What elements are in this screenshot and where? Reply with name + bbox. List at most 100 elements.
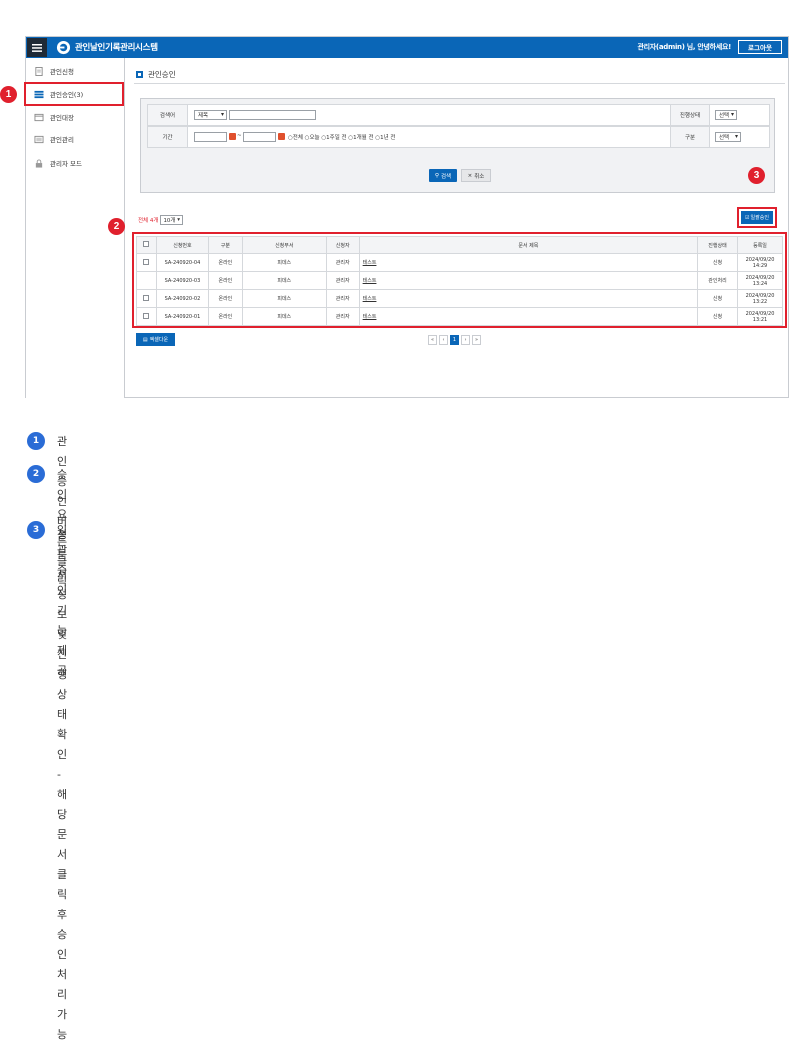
app-window: 관인날인기록관리시스템 관리자(admin) 님, 안녕하세요! 로그아웃 관인…: [24, 36, 789, 398]
page-size-value: 10개: [163, 218, 176, 224]
column-header[interactable]: 신청번호: [155, 236, 209, 254]
cell-doc-title-link[interactable]: 테스트: [358, 289, 699, 308]
cell-request-no: SA-240920-03: [155, 271, 209, 290]
cell-type: 온라인: [207, 307, 243, 326]
cancel-button-label: 취소: [474, 173, 485, 180]
search-row-keyword: 검색어 제목 진행상태 선택: [147, 104, 770, 126]
logout-button[interactable]: 로그아웃: [738, 40, 782, 54]
cell-status: 관인처리: [697, 271, 738, 290]
sidebar-item-admin-mode[interactable]: 관리자 모드: [26, 153, 124, 173]
table-row[interactable]: SA-240920-03 온라인 피데스 관리자 테스트 관인처리 2024/0…: [136, 271, 784, 290]
hamburger-menu-button[interactable]: [27, 38, 47, 57]
column-header[interactable]: 진행상태: [697, 236, 738, 254]
search-panel: 검색어 제목 진행상태 선택 기간 ~ ○전체 ○오늘 ○1주일 전 ○1개월 …: [140, 98, 775, 193]
page-number-button[interactable]: 1: [450, 335, 459, 345]
cell-user: 관리자: [325, 253, 360, 272]
document-icon: [35, 66, 43, 76]
top-bar: 관인날인기록관리시스템 관리자(admin) 님, 안녕하세요! 로그아웃: [26, 37, 788, 58]
cell-status: 신청: [697, 289, 738, 308]
check-icon: ☑: [745, 214, 750, 221]
keyword-input[interactable]: [229, 110, 316, 120]
table-header-row: 신청번호 구분 신청부서 신청자 문서 제목 진행상태 등록일: [136, 236, 784, 254]
end-date-input[interactable]: [243, 132, 276, 142]
row-select[interactable]: [136, 253, 157, 272]
column-header[interactable]: 신청자: [325, 236, 360, 254]
row-checkbox[interactable]: [143, 294, 150, 301]
sidebar-item-seal-ledger[interactable]: 관인대장: [26, 107, 124, 127]
type-select[interactable]: 선택: [715, 132, 741, 142]
user-greeting: 관리자(admin) 님, 안녕하세요!: [637, 43, 732, 51]
select-all-checkbox[interactable]: [143, 241, 150, 247]
title-square-icon: [136, 71, 143, 78]
bulk-approve-label: 일괄승인: [750, 215, 769, 221]
column-header[interactable]: 구분: [207, 236, 243, 254]
cell-request-no: SA-240920-04: [155, 253, 209, 272]
page-size-select[interactable]: 10개 ▾: [160, 215, 184, 225]
row-checkbox[interactable]: [143, 312, 150, 319]
excel-download-button[interactable]: ▤ 엑셀다운: [136, 333, 175, 346]
lock-icon: [35, 158, 43, 168]
approval-table-highlight: 신청번호 구분 신청부서 신청자 문서 제목 진행상태 등록일 SA-24092…: [132, 232, 787, 328]
step-marker-2: 2: [108, 218, 125, 235]
step-marker-1: 1: [0, 86, 17, 103]
prev-page-button[interactable]: ‹: [439, 335, 448, 345]
sidebar-item-seal-request[interactable]: 관인신청: [26, 61, 124, 81]
start-date-input[interactable]: [194, 132, 227, 142]
calendar-icon[interactable]: [229, 133, 236, 140]
cancel-button[interactable]: × 취소: [461, 169, 491, 182]
date-separator: ~: [237, 133, 242, 139]
excel-download-label: 엑셀다운: [149, 337, 169, 343]
step-marker-3: 3: [748, 167, 765, 184]
row-checkbox[interactable]: [143, 258, 150, 265]
row-select[interactable]: [136, 307, 157, 326]
search-icon: ⚲: [434, 172, 439, 179]
cell-dept: 피데스: [241, 307, 327, 326]
cell-date: 2024/09/20 13:22: [736, 289, 784, 308]
keyword-select[interactable]: 제목: [194, 110, 227, 120]
sidebar-item-seal-management[interactable]: 관인관리: [26, 129, 124, 149]
cell-doc-title-link[interactable]: 테스트: [358, 253, 699, 272]
cell-type: 온라인: [207, 253, 243, 272]
last-page-button[interactable]: »: [472, 335, 481, 345]
app-title: 관인날인기록관리시스템: [75, 43, 158, 53]
close-icon: ×: [467, 172, 473, 179]
sidebar-item-label: 관인신청: [50, 68, 74, 76]
page-title: 관인승인: [136, 69, 176, 80]
cell-dept: 피데스: [241, 253, 327, 272]
divider: [134, 83, 785, 84]
legend-line: - 해당문서 클릭 후 승인처리 가능: [57, 768, 68, 1041]
cell-type: 온라인: [207, 289, 243, 308]
table-row[interactable]: SA-240920-04 온라인 피데스 관리자 테스트 신청 2024/09/…: [136, 253, 784, 272]
period-label: 기간: [148, 127, 188, 147]
cell-doc-title-link[interactable]: 테스트: [358, 307, 699, 326]
table-row[interactable]: SA-240920-02 온라인 피데스 관리자 테스트 신청 2024/09/…: [136, 289, 784, 308]
row-select[interactable]: [136, 289, 157, 308]
status-select[interactable]: 선택: [715, 110, 737, 120]
ledger-icon: [34, 113, 44, 121]
excel-icon: ▤: [142, 336, 148, 343]
calendar-icon[interactable]: [278, 133, 285, 140]
next-page-button[interactable]: ›: [461, 335, 470, 345]
first-page-button[interactable]: «: [428, 335, 437, 345]
cell-doc-title-link[interactable]: 테스트: [358, 271, 699, 290]
legend-number-badge: 1: [27, 432, 45, 450]
table-row[interactable]: SA-240920-01 온라인 피데스 관리자 테스트 신청 2024/09/…: [136, 307, 784, 326]
legend-text: 일괄승인 기능 제공: [57, 521, 67, 681]
cell-user: 관리자: [325, 307, 360, 326]
legend-number-badge: 2: [27, 465, 45, 483]
cell-date: 2024/09/20 13:24: [736, 271, 784, 290]
column-header[interactable]: 등록일: [736, 236, 784, 254]
column-header[interactable]: 문서 제목: [358, 236, 699, 254]
bulk-approve-button[interactable]: ☑ 일괄승인: [741, 211, 773, 224]
keyword-label: 검색어: [148, 105, 188, 125]
logo-icon: [56, 40, 71, 55]
sidebar-item-seal-approval[interactable]: 관인승인(3): [24, 82, 124, 106]
legend-line: 일괄승인 기능 제공: [57, 524, 68, 677]
header-select-all[interactable]: [136, 236, 157, 254]
column-header[interactable]: 신청부서: [241, 236, 327, 254]
period-radio-group[interactable]: ○전체 ○오늘 ○1주일 전 ○1개월 전 ○1년 전: [288, 133, 395, 141]
search-button[interactable]: ⚲ 검색: [429, 169, 457, 182]
list-icon: [34, 90, 44, 98]
seal-icon: [34, 135, 44, 143]
cell-user: 관리자: [325, 271, 360, 290]
